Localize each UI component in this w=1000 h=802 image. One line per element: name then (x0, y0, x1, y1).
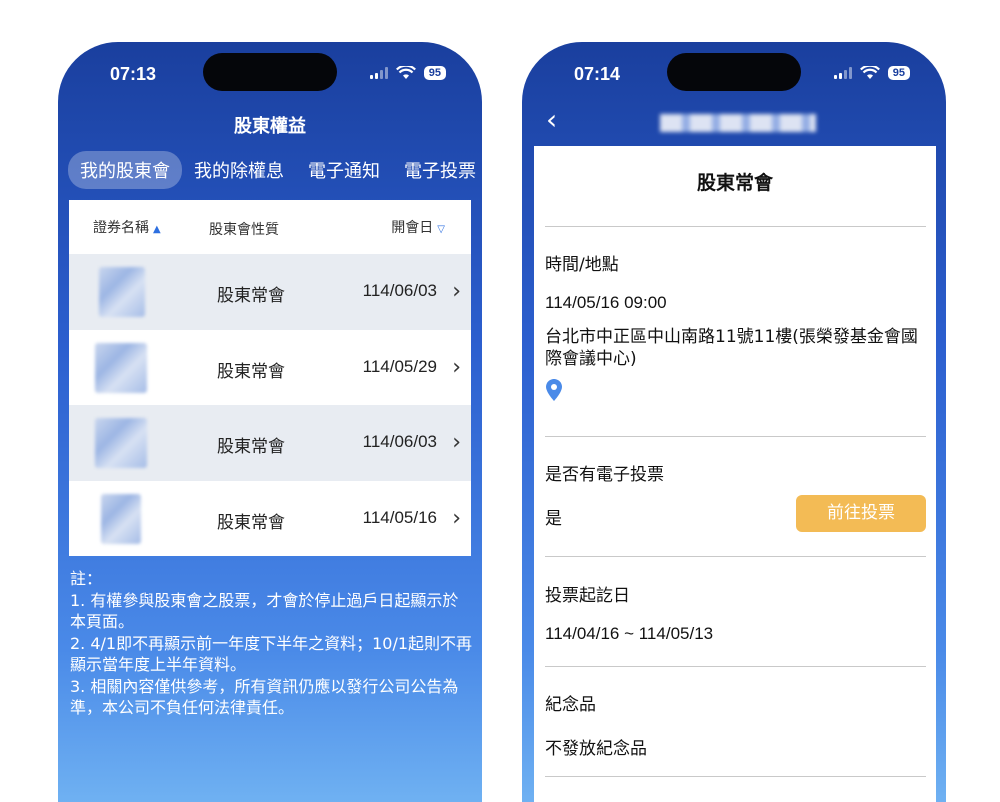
gift-value: 不發放紀念品 (545, 739, 647, 759)
signal-icon (369, 67, 388, 79)
evote-label: 是否有電子投票 (545, 465, 664, 485)
meeting-date: 114/05/29 (362, 356, 437, 376)
status-bar-icons: 95 (369, 66, 446, 80)
tab-e-notice[interactable]: 電子通知 (296, 151, 392, 189)
meeting-datetime: 114/05/16 09:00 (545, 293, 667, 312)
page-title: 股東權益 (234, 116, 306, 137)
meeting-date: 114/05/16 (362, 507, 437, 527)
dynamic-island (203, 53, 337, 91)
blurred-company-title (660, 114, 816, 132)
card-title: 股東常會 (696, 172, 773, 194)
blurred-security-name (95, 342, 147, 393)
chevron-right-icon: › (452, 505, 461, 531)
blurred-security-name (99, 267, 145, 317)
divider (545, 436, 926, 437)
status-time: 07:13 (110, 64, 157, 84)
meeting-date: 114/06/03 (362, 281, 437, 300)
meeting-address: 台北市中正區中山南路11號11樓(張榮發基金會國際會議中心) (545, 327, 918, 369)
phone-shareholder-list: 07:13 95 股東權益 我的股東會 我的除權息 電子通知 電子投票 證券名稱… (58, 42, 482, 802)
vote-period-value: 114/04/16 ~ 114/05/13 (545, 624, 714, 643)
header-date-label: 開會日 (391, 220, 434, 236)
wifi-icon (859, 66, 880, 79)
evote-value: 是 (545, 509, 562, 529)
divider (545, 776, 926, 777)
battery-indicator: 95 (423, 66, 446, 80)
wifi-icon (395, 66, 416, 79)
header-security-label: 證券名稱 (93, 220, 149, 236)
dynamic-island (667, 53, 801, 91)
blurred-security-name (101, 493, 141, 544)
meeting-date: 114/06/03 (362, 432, 437, 451)
header-meeting-date[interactable]: 開會日 ▽ (391, 217, 445, 237)
list-item[interactable]: 股東常會 114/06/03 › (69, 254, 471, 330)
signal-icon (833, 67, 852, 79)
chevron-right-icon: › (452, 279, 461, 304)
chevron-right-icon: › (452, 430, 461, 455)
go-vote-button[interactable]: 前往投票 (796, 495, 926, 532)
chevron-right-icon: › (452, 354, 461, 380)
back-chevron-icon[interactable]: ‹ (546, 106, 557, 134)
divider (545, 666, 926, 667)
vote-period-label: 投票起訖日 (545, 586, 630, 606)
note-item: 3. 相關內容僅供參考，所有資訊仍應以發行公司公告為準，本公司不負任何法律責任。 (70, 676, 459, 718)
list-item[interactable]: 股東常會 114/06/03 › (69, 405, 471, 481)
note-item: 2. 4/1即不再顯示前一年度下半年之資料；10/1起則不再顯示當年度上半年資料… (70, 633, 473, 675)
meeting-type: 股東常會 (217, 512, 285, 533)
meeting-detail-card: 股東常會 時間/地點 114/05/16 09:00 台北市中正區中山南路11號… (534, 146, 936, 802)
disclaimer-notes: 註： 1. 有權參與股東會之股票，才會於停止過戶日起顯示於本頁面。 2. 4/1… (70, 568, 474, 719)
sort-asc-icon: ▲ (153, 224, 161, 235)
list-item[interactable]: 股東常會 114/05/16 › (69, 481, 471, 557)
status-time: 07:14 (574, 64, 621, 84)
divider (545, 226, 926, 227)
divider (545, 556, 926, 557)
tab-dividends[interactable]: 我的除權息 (182, 151, 296, 189)
list-header: 證券名稱 ▲ 股東會性質 開會日 ▽ (69, 200, 471, 254)
tab-my-meetings[interactable]: 我的股東會 (68, 151, 182, 189)
tab-e-voting[interactable]: 電子投票 (392, 151, 482, 189)
blurred-security-name (95, 418, 147, 468)
list-item[interactable]: 股東常會 114/05/29 › (69, 330, 471, 406)
note-item: 1. 有權參與股東會之股票，才會於停止過戶日起顯示於本頁面。 (70, 590, 459, 632)
meeting-type: 股東常會 (217, 361, 285, 382)
map-pin-icon[interactable] (546, 379, 562, 401)
header-security-name[interactable]: 證券名稱 ▲ (93, 217, 161, 237)
sort-desc-icon: ▽ (437, 224, 445, 235)
phone-meeting-detail: 07:14 95 ‹ 股東常會 時間/地點 114/05/16 09:00 台北… (522, 42, 946, 802)
tab-bar: 我的股東會 我的除權息 電子通知 電子投票 (68, 151, 482, 189)
notes-heading: 註： (70, 569, 103, 588)
time-place-label: 時間/地點 (545, 255, 619, 275)
meeting-list: 證券名稱 ▲ 股東會性質 開會日 ▽ 股東常會 114/06/03 › 股東常會 1… (69, 200, 471, 556)
meeting-type: 股東常會 (217, 286, 285, 306)
gift-label: 紀念品 (545, 695, 596, 715)
header-meeting-type: 股東會性質 (209, 222, 279, 238)
status-bar-icons: 95 (833, 66, 910, 80)
battery-indicator: 95 (887, 66, 910, 80)
meeting-type: 股東常會 (217, 437, 285, 457)
